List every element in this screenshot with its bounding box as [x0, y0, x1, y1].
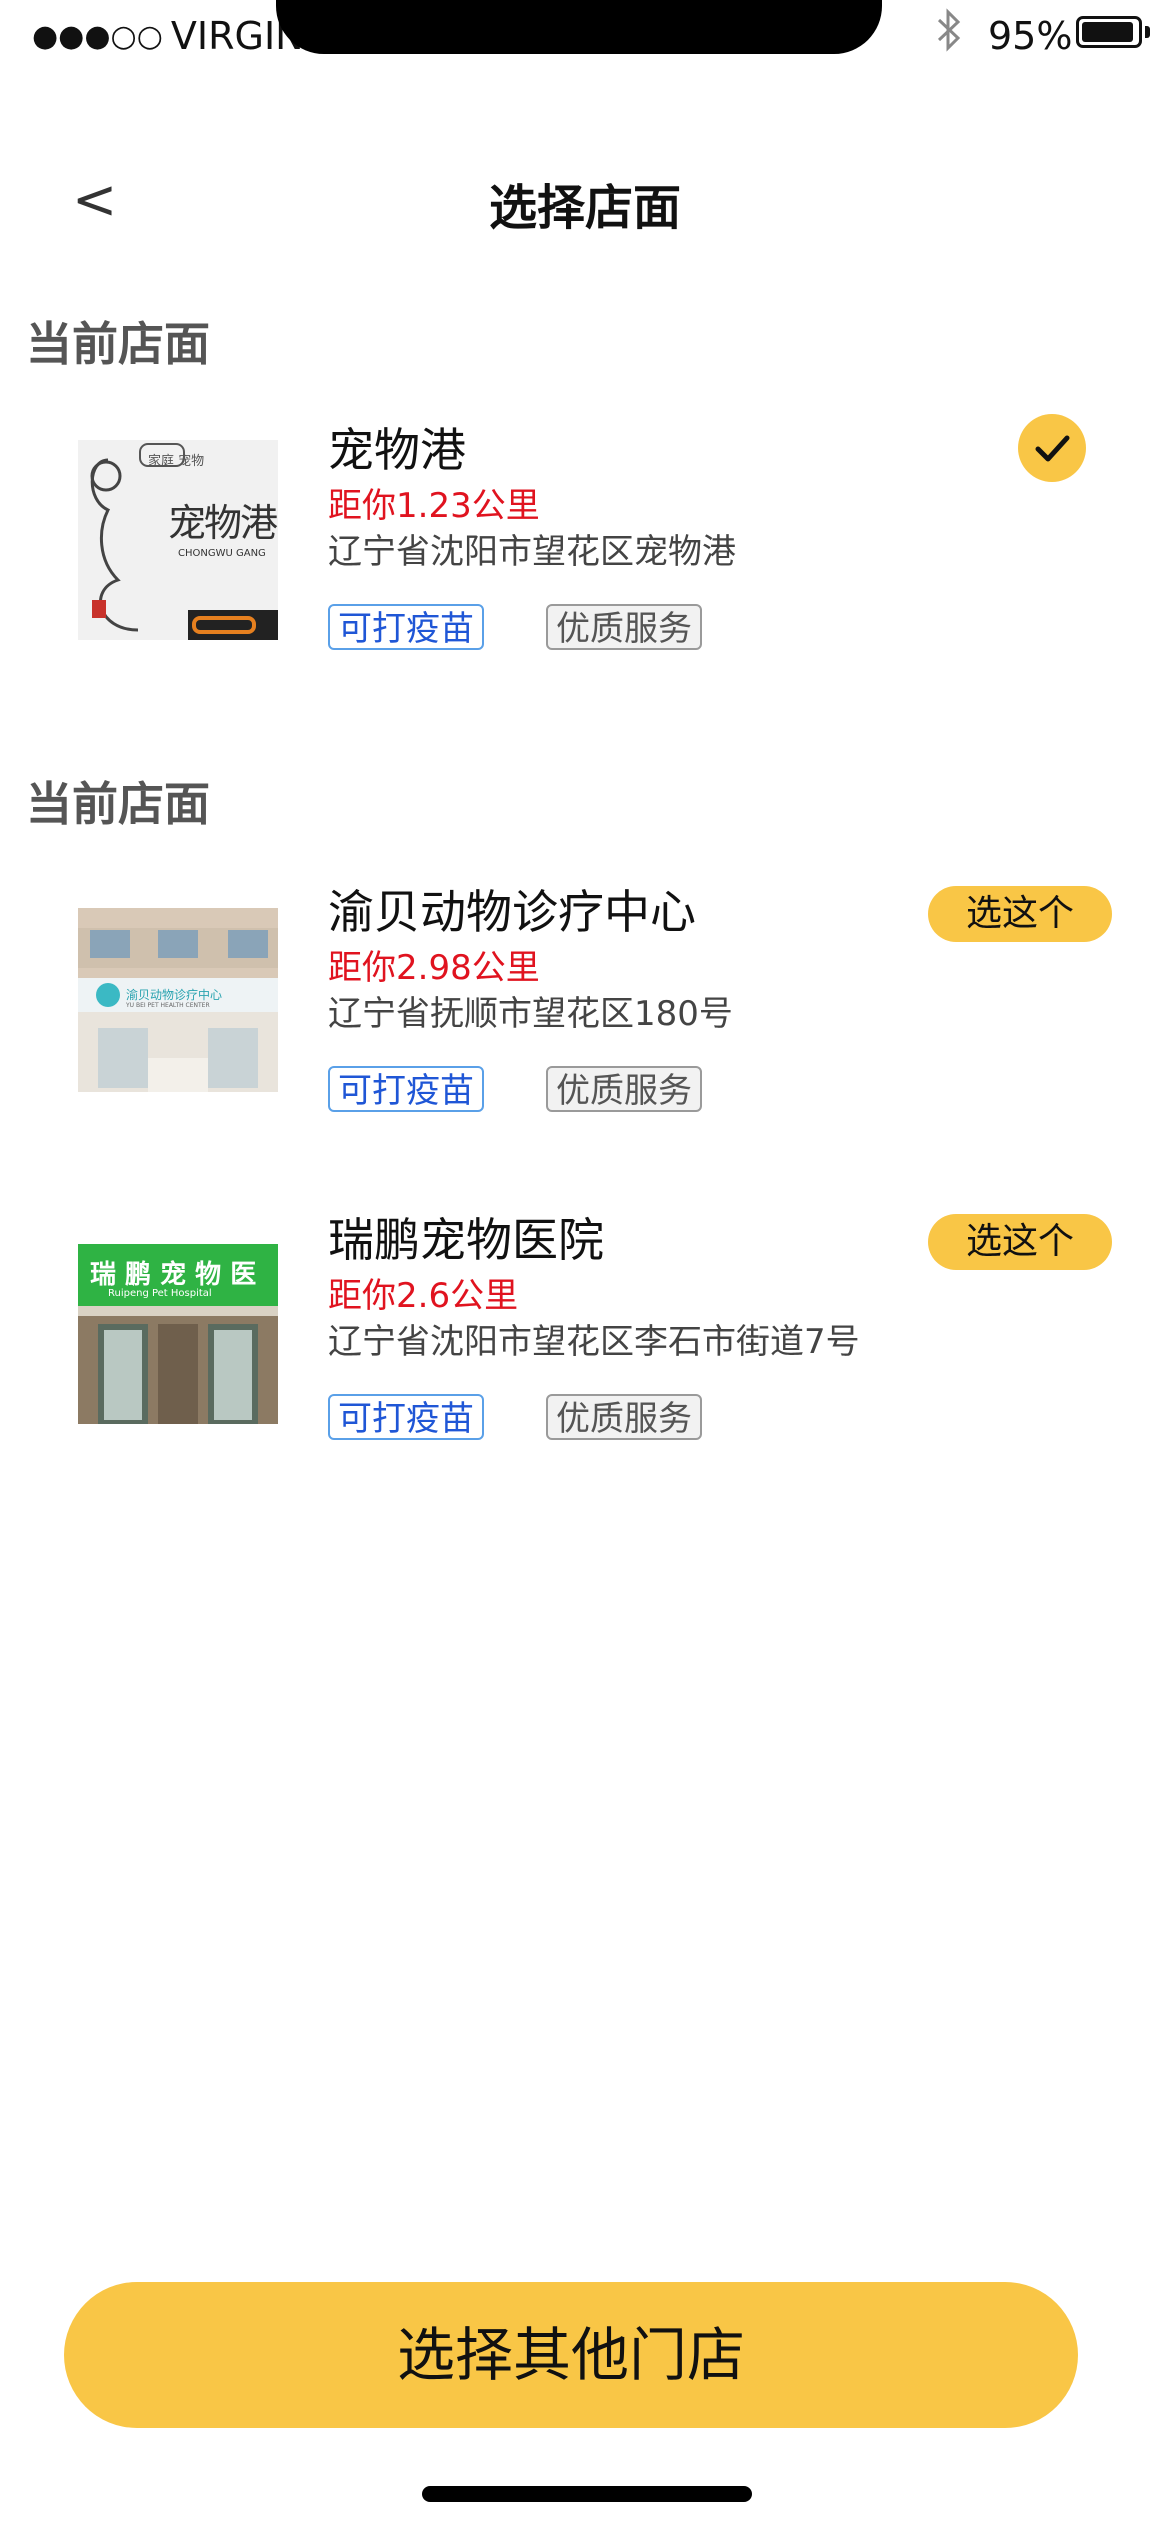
store-address: 辽宁省沈阳市望花区宠物港: [328, 532, 736, 572]
store-address: 辽宁省抚顺市望花区180号: [328, 994, 733, 1034]
bluetooth-icon: [936, 6, 962, 65]
battery-cap: [1145, 26, 1150, 38]
thumb-sign: 渝贝动物诊疗中心: [126, 988, 223, 1002]
store-card-yubei[interactable]: 渝贝动物诊疗中心 YU BEI PET HEALTH CENTER 渝贝动物诊疗…: [0, 862, 1170, 1122]
thumb-sign: 瑞 鹏 宠 物 医: [90, 1260, 257, 1290]
choose-other-store-button[interactable]: 选择其他门店: [64, 2282, 1078, 2428]
tag-vaccine: 可打疫苗: [328, 604, 484, 650]
home-indicator[interactable]: [422, 2486, 752, 2502]
store-thumbnail: 家庭 宠物 宠物港 CHONGWU GANG: [78, 440, 278, 640]
store-thumbnail: 渝贝动物诊疗中心 YU BEI PET HEALTH CENTER: [78, 908, 278, 1092]
select-this-button[interactable]: 选这个: [928, 886, 1112, 942]
section-title-current: 当前店面: [26, 317, 210, 371]
notch: [276, 0, 882, 54]
tag-vaccine: 可打疫苗: [328, 1394, 484, 1440]
thumb-sign-sub: YU BEI PET HEALTH CENTER: [126, 1002, 210, 1009]
page-title: 选择店面: [488, 180, 681, 236]
store-distance: 距你2.98公里: [328, 948, 540, 988]
tag-quality-service: 优质服务: [546, 1066, 702, 1112]
signal-strength-icon: ●●●○○: [32, 18, 163, 54]
store-address: 辽宁省沈阳市望花区李石市街道7号: [328, 1322, 860, 1362]
status-bar: ●●●○○ VIRGIN 95%: [0, 0, 1170, 80]
thumb-sign-sub: CHONGWU GANG: [178, 548, 266, 559]
tag-quality-service: 优质服务: [546, 604, 702, 650]
battery-percent: 95%: [988, 14, 1073, 58]
store-thumbnail: 瑞 鹏 宠 物 医 Ruipeng Pet Hospital: [78, 1244, 278, 1424]
store-card-ruipeng[interactable]: 瑞 鹏 宠 物 医 Ruipeng Pet Hospital 瑞鹏宠物医院 距你…: [0, 1190, 1170, 1450]
thumb-sign-sub: Ruipeng Pet Hospital: [108, 1288, 212, 1299]
store-name: 瑞鹏宠物医院: [328, 1213, 604, 1267]
store-distance: 距你2.6公里: [328, 1276, 519, 1316]
thumb-badge: 家庭 宠物: [148, 454, 205, 469]
back-button[interactable]: <: [72, 168, 117, 231]
battery-icon: [1076, 16, 1142, 48]
thumb-sign: 宠物港: [168, 501, 278, 545]
selected-check-icon[interactable]: [1018, 414, 1086, 482]
tag-vaccine: 可打疫苗: [328, 1066, 484, 1112]
select-this-button[interactable]: 选这个: [928, 1214, 1112, 1270]
store-card-chongwugang[interactable]: 家庭 宠物 宠物港 CHONGWU GANG 宠物港 距你1.23公里 辽宁省沈…: [0, 400, 1170, 660]
tag-quality-service: 优质服务: [546, 1394, 702, 1440]
section-title-current-2: 当前店面: [26, 777, 210, 831]
store-name: 渝贝动物诊疗中心: [328, 885, 696, 939]
store-name: 宠物港: [328, 423, 466, 477]
carrier-info: ●●●○○ VIRGIN: [32, 14, 304, 58]
store-distance: 距你1.23公里: [328, 486, 540, 526]
